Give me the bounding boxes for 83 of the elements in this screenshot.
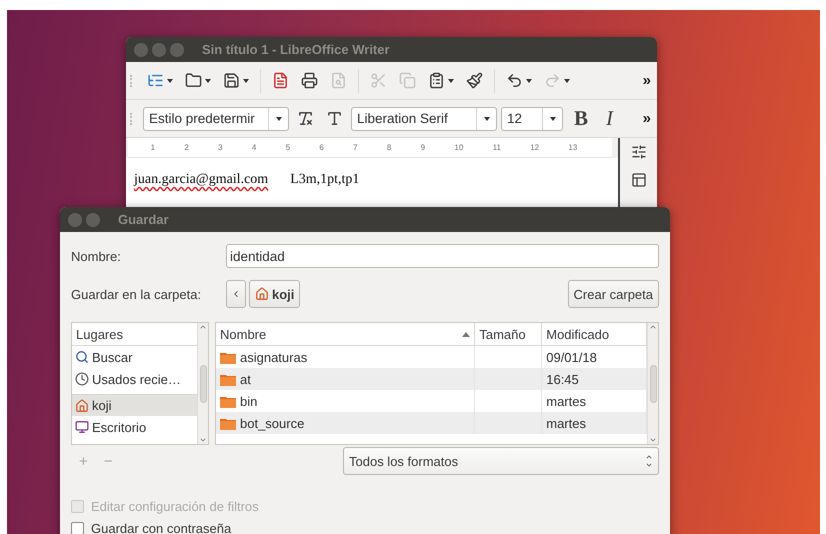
search-icon — [75, 350, 89, 364]
filter-dropdown[interactable]: Todos los formatos — [343, 447, 659, 475]
scrollbar-thumb[interactable] — [200, 364, 206, 402]
brush-icon — [466, 72, 483, 89]
dialog-title: Guardar — [118, 212, 169, 227]
ruler-number: 3 — [218, 143, 223, 152]
scrollbar-thumb[interactable] — [650, 364, 656, 402]
ruler-number: 10 — [454, 143, 464, 152]
list-icon — [147, 72, 164, 89]
file-row[interactable]: at 16:45 — [216, 368, 647, 390]
save-icon — [223, 72, 240, 89]
caret-icon — [243, 78, 249, 82]
file-name: asignaturas — [240, 350, 308, 364]
toolbar-overflow[interactable]: » — [642, 72, 651, 89]
checkbox[interactable] — [71, 522, 84, 534]
ruler-number: 12 — [530, 143, 540, 152]
place-item[interactable]: koji — [72, 394, 197, 416]
font-size-combo[interactable]: 12 — [501, 106, 563, 130]
caret-icon — [526, 78, 532, 82]
scissors-icon — [370, 72, 387, 89]
ruler-number: 13 — [568, 143, 578, 152]
folder-icon — [220, 350, 236, 364]
window-title: Sin título 1 - LibreOffice Writer — [202, 42, 390, 57]
copy-icon — [399, 72, 416, 89]
file-modified: 09/01/18 — [546, 350, 597, 364]
ruler-number: 8 — [386, 143, 392, 152]
file-modified: martes — [546, 394, 586, 408]
file-row[interactable]: bot_source martes — [216, 412, 647, 434]
ruler-number: 5 — [286, 143, 290, 152]
undo-icon — [506, 72, 523, 89]
name-label: Nombre: — [71, 248, 122, 264]
ruler-number: 6 — [319, 143, 324, 152]
folder-icon — [220, 416, 236, 430]
ruler-number: 4 — [252, 143, 256, 152]
home-folder-icon — [75, 398, 89, 412]
bold-button[interactable]: B — [567, 106, 596, 131]
home-folder-icon — [255, 287, 269, 301]
file-name: bot_source — [240, 416, 304, 430]
folder-button[interactable]: koji — [249, 280, 300, 308]
clock-icon — [75, 372, 89, 386]
caret-icon — [448, 78, 454, 82]
column-header[interactable]: Modificado — [542, 323, 647, 346]
desktop-icon — [75, 420, 89, 434]
file-name: at — [240, 372, 251, 386]
caret-icon — [550, 116, 556, 120]
checkbox-label: Guardar con contraseña — [91, 520, 232, 534]
folder-icon — [220, 372, 236, 386]
ruler-number: 2 — [184, 143, 189, 152]
pdf-icon — [272, 72, 289, 89]
document-text: L3m,1pt,tp1 — [290, 172, 360, 188]
folder-icon — [220, 394, 236, 408]
file-name: bin — [240, 394, 258, 408]
document-text: juan.garcia@gmail.com — [134, 172, 268, 188]
clipboard-icon — [428, 72, 445, 89]
properties-icon[interactable] — [630, 144, 646, 160]
folder-icon — [185, 72, 202, 89]
caret-icon — [205, 78, 211, 82]
ruler-number: 9 — [420, 143, 426, 152]
scrollbar[interactable] — [197, 323, 208, 444]
file-modified: 16:45 — [546, 372, 579, 386]
column-header[interactable]: Nombre — [216, 323, 476, 346]
redo-icon — [544, 72, 561, 89]
caret-icon — [484, 116, 490, 120]
document-preview-icon — [330, 72, 347, 89]
ruler-number: 11 — [492, 143, 501, 152]
caret-icon — [167, 78, 173, 82]
name-field[interactable]: identidad — [226, 244, 659, 268]
printer-icon — [301, 72, 318, 89]
checkbox-label: Editar configuración de filtros — [91, 498, 259, 514]
file-modified: martes — [546, 416, 586, 430]
toolbar-overflow[interactable]: » — [642, 110, 651, 127]
column-header[interactable]: Tamaño — [475, 323, 542, 346]
create-folder-button[interactable]: Crear carpeta — [568, 280, 659, 308]
page-icon[interactable] — [630, 172, 646, 188]
folder-label: Guardar en la carpeta: — [71, 286, 202, 302]
italic-button[interactable]: I — [599, 106, 620, 131]
font-name-combo[interactable]: Liberation Serif — [351, 106, 497, 130]
paragraph-style-combo[interactable]: Estilo predetermir — [143, 106, 289, 130]
caret-icon — [564, 78, 570, 82]
scrollbar[interactable] — [647, 323, 658, 444]
ruler-number: 1 — [150, 143, 156, 152]
ruler-number: 7 — [353, 143, 358, 152]
caret-icon — [276, 116, 282, 120]
